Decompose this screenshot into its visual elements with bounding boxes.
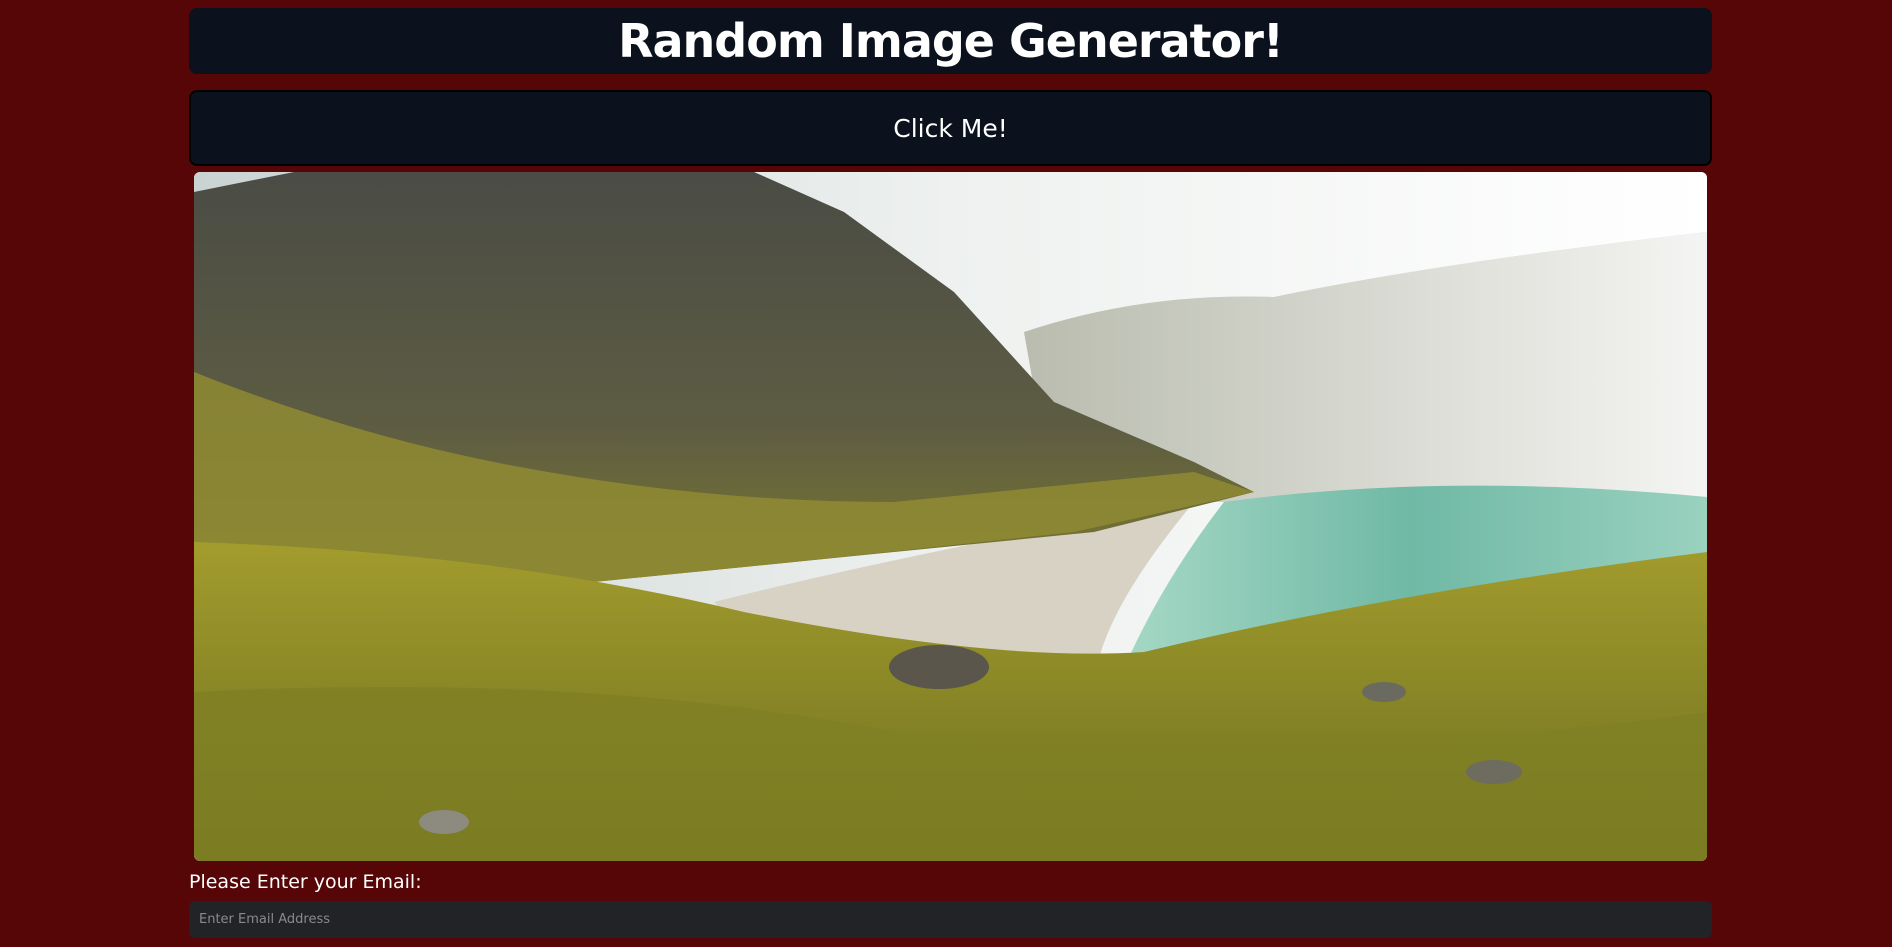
page-header: Random Image Generator! xyxy=(189,8,1712,74)
page-title: Random Image Generator! xyxy=(618,14,1284,68)
landscape-photo xyxy=(194,172,1707,861)
page-container: Random Image Generator! Click Me! Please… xyxy=(189,8,1712,938)
email-input[interactable] xyxy=(189,901,1712,938)
random-image xyxy=(194,172,1707,861)
email-label: Please Enter your Email: xyxy=(189,871,422,893)
generate-image-button[interactable]: Click Me! xyxy=(189,90,1712,166)
